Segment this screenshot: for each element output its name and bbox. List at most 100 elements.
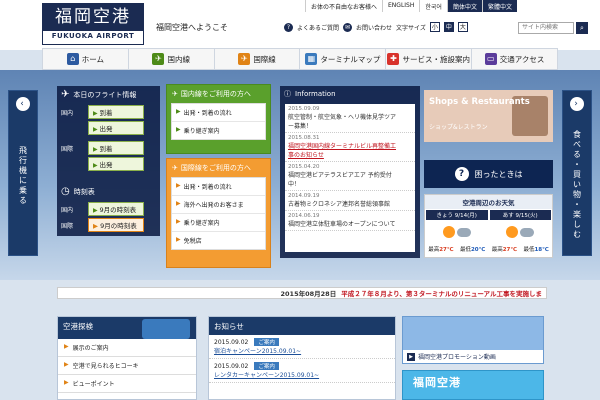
explore-item-label: ビューポイント: [72, 381, 115, 388]
tt-domestic-button[interactable]: ▶ 9月の時刻表: [88, 202, 144, 216]
news-item[interactable]: 2015.09.09 航空管制・航空気象・ヘリ機体見学ツア ー募集！: [285, 104, 415, 133]
information-list[interactable]: 2015.09.09 航空管制・航空気象・ヘリ機体見学ツア ー募集！ 2015.08…: [285, 104, 415, 252]
site-logo[interactable]: 福岡空港 FUKUOKA AIRPORT: [42, 3, 144, 45]
timetable-title: 時刻表: [73, 187, 95, 196]
arrow-icon: ▶: [176, 236, 181, 243]
arrow-icon: ▶: [176, 218, 181, 225]
intl-departure-label: 出発: [99, 161, 113, 169]
welcome-text: 福岡空港へようこそ: [156, 23, 228, 32]
nav-services-label: サービス・施設案内: [402, 54, 470, 64]
simplified-chinese-link[interactable]: 簡体中文: [446, 0, 482, 12]
notice-link[interactable]: レンタカーキャンペーン2015.09.01~: [214, 370, 390, 379]
intl-arrival-button[interactable]: ▶ 到着: [88, 141, 144, 155]
duty-free-link[interactable]: ▶ 免税店: [172, 232, 265, 249]
traditional-chinese-link[interactable]: 繁體中文: [481, 0, 517, 12]
domestic-departure-button[interactable]: ▶ 出発: [88, 121, 144, 135]
utility-bar: ? よくあるご質問 ✉ お問い合わせ 文字サイズ 小 中 大: [284, 22, 468, 32]
help-button[interactable]: ? 困ったときは: [424, 160, 553, 188]
fukuoka-airport-banner[interactable]: 福岡空港: [402, 370, 544, 400]
news-text: 福岡空港立体駐車場のオープンについて: [288, 221, 396, 228]
news-ticker[interactable]: 2015年08月28日 平成２７年８月より、第３ターミナルのリニューアル工事を実…: [57, 287, 547, 299]
intl-departure-button[interactable]: ▶ 出発: [88, 157, 144, 171]
news-item[interactable]: 2015.08.31 福岡空港国内線ターミナルビル再整備工 事のお知らせ: [285, 133, 415, 162]
domestic-panel-title: 国内線をご利用の方へ: [180, 90, 251, 98]
weather-day-label: あす 9/15(火): [489, 210, 551, 220]
intl-transfer-label: 乗り継ぎ案内: [183, 220, 220, 227]
arrow-icon: ▶: [176, 182, 181, 189]
news-item[interactable]: 2014.06.19 福岡空港立体駐車場のオープンについて: [285, 211, 415, 231]
explore-item[interactable]: ▶ ビューポイント: [58, 375, 196, 393]
nav-services[interactable]: ✚ サービス・施設案内: [386, 49, 473, 69]
faq-link[interactable]: よくあるご質問: [297, 23, 339, 32]
font-size-small[interactable]: 小: [429, 22, 440, 32]
weather-widget: 空港周辺のお天気 きょう 9/14(月) 最高27℃ 最低20℃ あす 9/15(…: [424, 194, 553, 258]
arrow-icon: ▶: [176, 200, 181, 207]
search-button[interactable]: ⌕: [576, 22, 588, 34]
international-panel: ✈ 国際線をご利用の方へ ▶ 出発・到着の流れ ▶ 海外へ出発のお客さま ▶ 乗り継ぎ案…: [166, 158, 271, 268]
side-tab-shop[interactable]: › 食べる・買い物・楽しむ: [562, 90, 592, 256]
cloud-icon: [456, 227, 471, 237]
airport-explore-panel: 空港探検 ▶ 展示のご案内 ▶ 空港で見られるヒコーキ ▶ ビューポイント: [57, 316, 197, 400]
contact-link[interactable]: お問い合わせ: [356, 23, 392, 32]
nav-access[interactable]: ▭ 交通アクセス: [472, 49, 557, 69]
chevron-right-icon: ›: [570, 97, 584, 111]
plane-icon: ✈: [238, 53, 251, 65]
korean-link[interactable]: 한국어: [419, 0, 447, 12]
accessibility-link[interactable]: お体の不自由なお客様へ: [305, 0, 382, 12]
nav-international[interactable]: ✈ 国際線: [215, 49, 301, 69]
nav-home-label: ホーム: [81, 54, 105, 64]
domestic-flow-link[interactable]: ▶ 出発・到着の流れ: [172, 104, 265, 122]
pilot-illustration: [142, 319, 190, 339]
intl-overseas-link[interactable]: ▶ 海外へ出発のお客さま: [172, 196, 265, 214]
logo-en: FUKUOKA AIRPORT: [51, 32, 135, 40]
explore-item[interactable]: ▶ 展示のご案内: [58, 339, 196, 357]
bus-icon: ▭: [484, 53, 497, 65]
plane-icon: ✈: [172, 90, 178, 98]
tt-international-link: 9月の時刻表: [100, 222, 137, 230]
arrow-icon: ▶: [64, 343, 69, 350]
notice-link[interactable]: 宿泊キャンペーン2015.09.01~: [214, 346, 390, 355]
domestic-transfer-link[interactable]: ▶ 乗り継ぎ案内: [172, 122, 265, 139]
news-item[interactable]: 2014.09.19 古着物ミクロネシア連邦名誉総領事館: [285, 191, 415, 211]
ticker-date: 2015年08月28日: [280, 290, 337, 298]
news-item[interactable]: 2015.04.20 福岡空港ビアテラスビアエア 予約受付 中！: [285, 162, 415, 191]
logo-jp: 福岡空港: [43, 4, 143, 31]
notice-item[interactable]: 2015.09.02 ご案内 レンタカーキャンペーン2015.09.01~: [209, 359, 395, 383]
tt-international-label: 国際: [61, 222, 74, 230]
plane-icon: ✈: [61, 89, 70, 100]
notice-item[interactable]: 2015.09.02 ご案内 宿泊キャンペーン2015.09.01~: [209, 335, 395, 359]
tt-domestic-link: 9月の時刻表: [99, 206, 137, 214]
nav-domestic[interactable]: ✈ 国内線: [129, 49, 215, 69]
news-text: 航空管制・航空気象・ヘリ機体見学ツア: [288, 114, 397, 121]
news-text: 古着物ミクロネシア連邦名誉総領事館: [288, 201, 391, 208]
lo-label: 最低: [523, 247, 535, 253]
top-links: お体の不自由なお客様へ ENGLISH 한국어 簡体中文 繁體中文: [305, 0, 517, 12]
nav-terminal-map[interactable]: ▦ ターミナルマップ: [300, 49, 387, 69]
nav-home[interactable]: ⌂ ホーム: [43, 49, 129, 69]
plane-icon: ✈: [172, 164, 178, 172]
domestic-departure-label: 出発: [99, 125, 113, 133]
search-input[interactable]: [518, 22, 574, 34]
intl-flow-link[interactable]: ▶ 出発・到着の流れ: [172, 178, 265, 196]
intl-flow-label: 出発・到着の流れ: [183, 184, 232, 191]
news-text: 中！: [288, 181, 301, 188]
tt-international-button[interactable]: ▶ 9月の時刻表: [88, 218, 144, 232]
shops-restaurants-banner[interactable]: Shops & Restaurants ショップ&レストラン: [424, 90, 553, 142]
domestic-arrival-label: 到着: [99, 109, 113, 117]
arrow-icon: ▶: [176, 126, 181, 133]
font-size-medium[interactable]: 中: [443, 22, 454, 32]
side-tab-board[interactable]: ‹ 飛行機に乗る: [8, 90, 38, 256]
nav-international-label: 国際線: [253, 54, 276, 64]
flight-info-panel: ✈ 本日のフライト情報 国内 ▶ 到着 ▶ 出発 国際 ▶ 到着 ▶ 出発 ◷ 時刻表 …: [57, 86, 160, 236]
promo-video-banner[interactable]: ▶ 福岡空港プロモーション動画: [402, 316, 544, 364]
nav-terminal-map-label: ターミナルマップ: [320, 54, 381, 64]
hi-temp: 27℃: [439, 247, 454, 253]
domestic-arrival-button[interactable]: ▶ 到着: [88, 105, 144, 119]
explore-item-label: 展示のご案内: [72, 345, 109, 352]
intl-transfer-link[interactable]: ▶ 乗り継ぎ案内: [172, 214, 265, 232]
home-icon: ⌂: [66, 53, 79, 65]
explore-item[interactable]: ▶ 空港で見られるヒコーキ: [58, 357, 196, 375]
english-link[interactable]: ENGLISH: [382, 0, 419, 12]
font-size-large[interactable]: 大: [457, 22, 468, 32]
news-text: ー募集！: [288, 123, 313, 130]
